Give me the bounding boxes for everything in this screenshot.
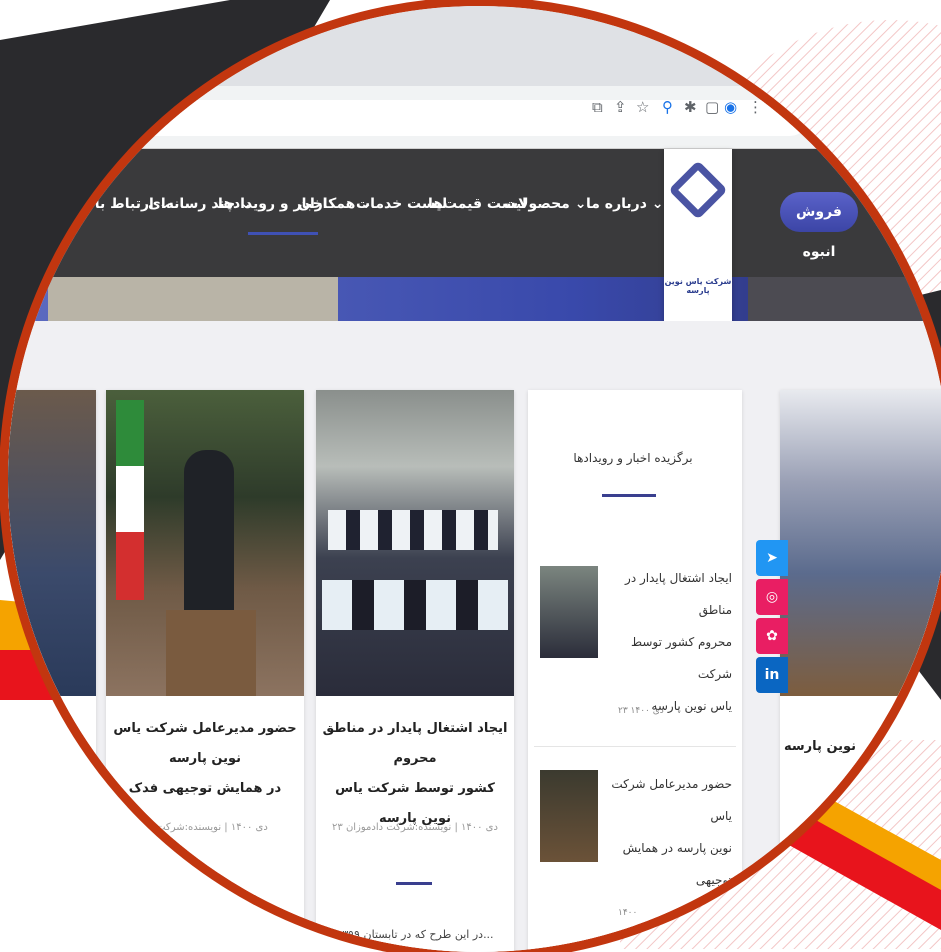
news-photo <box>780 390 941 696</box>
sewing-row <box>328 510 498 550</box>
browser-tab-strip <box>8 6 941 86</box>
page-translate-icon[interactable]: ⧉ <box>592 98 603 116</box>
news-excerpt: در این طرح که در تابستان ۱۳۹۹... <box>336 928 494 941</box>
news-card[interactable]: حضور مدیرعامل شرکت یاس نوین پارسه در هما… <box>106 390 304 952</box>
brand-name: شرکت یاس نوین پارسه <box>664 277 732 295</box>
telegram-icon[interactable]: ➤ <box>756 540 788 576</box>
wholesale-button[interactable]: فروش انبوه <box>780 192 858 260</box>
sewing-row <box>322 580 508 630</box>
news-photo <box>106 390 304 696</box>
nav-active-underline <box>248 232 318 235</box>
news-title[interactable]: حضور مدیرعامل شرکت یاس نوین پارسه در هما… <box>110 714 300 804</box>
bookmark-star-icon[interactable]: ☆ <box>636 98 649 116</box>
nav-about[interactable]: درباره ما ⌄ <box>586 196 664 212</box>
news-card[interactable]: ایجاد اشتغال پایدار در مناطق محروم کشور … <box>316 390 514 952</box>
instagram-icon[interactable]: ◎ <box>756 579 788 615</box>
hero-image-right <box>748 277 941 321</box>
featured-item-title[interactable]: ایجاد اشتغال پایدار در مناطق محروم کشور … <box>604 562 732 722</box>
news-title[interactable]: نوین پارسه <box>784 732 941 762</box>
news-card-partial-left[interactable] <box>8 390 96 952</box>
profile-icon[interactable]: ⚲ <box>662 98 673 116</box>
zoom-lens: ⧉ ⇪ ☆ ⚲ ✱ ▢ ◉ ⋮ درباره ما ⌄ محصولات ⌄ لی… <box>8 6 941 952</box>
logo-card[interactable]: شرکت یاس نوین پارسه <box>664 149 732 329</box>
aparat-icon[interactable]: ✿ <box>756 618 788 654</box>
news-photo <box>8 390 96 696</box>
featured-thumb[interactable] <box>540 566 598 658</box>
news-title[interactable]: ایجاد اشتغال پایدار در مناطق محروم کشور … <box>320 714 510 834</box>
news-photo <box>316 390 514 696</box>
heading-underline <box>602 494 656 497</box>
menu-icon[interactable]: ⋮ <box>748 98 763 116</box>
flag-image <box>116 400 144 600</box>
nav-contact[interactable]: ارتباط با ما ⌄ <box>76 196 170 212</box>
featured-news-panel: برگزیده اخبار و رویدادها ایجاد اشتغال پا… <box>528 390 742 952</box>
divider <box>534 746 736 747</box>
browser-toolbar <box>8 86 941 149</box>
featured-thumb[interactable] <box>540 770 598 862</box>
featured-item-title[interactable]: حضور مدیرعامل شرکت یاس نوین پارسه در هما… <box>604 768 732 928</box>
featured-heading: برگزیده اخبار و رویدادها <box>573 451 693 465</box>
news-card-partial-right[interactable]: نوین پارسه <box>780 390 941 952</box>
sidebar-icon[interactable]: ▢ <box>705 98 719 116</box>
share-icon[interactable]: ⇪ <box>614 98 627 116</box>
news-meta: ۲۳ دی ۱۴۰۰ | نویسنده:شرکت <box>142 822 268 833</box>
podium <box>166 610 256 696</box>
featured-item-date: ۲۳ دی ۱۴۰۰ <box>618 706 664 716</box>
card-separator <box>396 882 432 885</box>
avatar-icon[interactable]: ◉ <box>724 98 737 116</box>
hero-image <box>48 277 338 321</box>
extensions-icon[interactable]: ✱ <box>684 98 697 116</box>
linkedin-icon[interactable]: in <box>756 657 788 693</box>
screenshot-stage: ⧉ ⇪ ☆ ⚲ ✱ ▢ ◉ ⋮ درباره ما ⌄ محصولات ⌄ لی… <box>0 0 941 952</box>
news-meta: ۲۳ دی ۱۴۰۰ | نویسنده:شرکت دادموزان <box>332 822 498 833</box>
featured-item-date: ۱۴۰۰ <box>618 908 638 918</box>
